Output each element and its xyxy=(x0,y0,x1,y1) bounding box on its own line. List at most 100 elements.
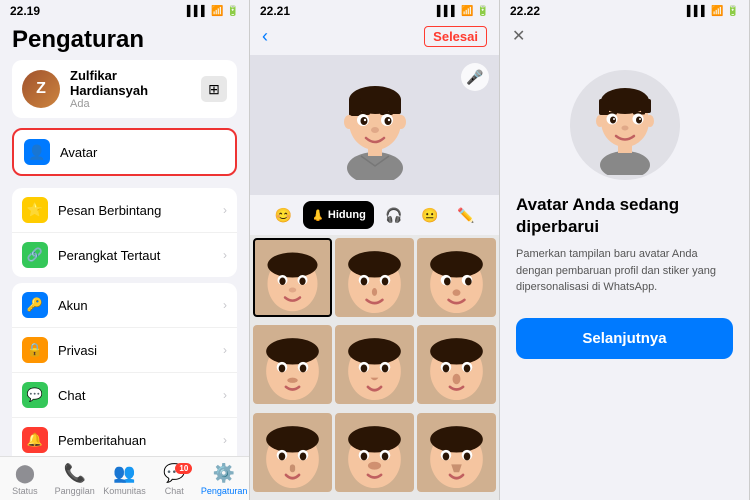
nav-chat-label: Chat xyxy=(165,486,184,496)
avatar-option-7[interactable] xyxy=(253,413,332,492)
time-1: 22.19 xyxy=(10,4,40,18)
panel-avatar-editor: 22.21 ▌▌▌ 📶 🔋 ‹ Selesai xyxy=(250,0,500,500)
nose-icon: 👃 xyxy=(311,209,325,222)
settings-header: Pengaturan Z Zulfikar Hardiansyah Ada ⊞ xyxy=(0,20,249,122)
updated-text: Avatar Anda sedang diperbarui Pamerkan t… xyxy=(516,194,733,296)
menu-section-avatar: 👤 Avatar xyxy=(12,128,237,176)
chevron-icon-3: › xyxy=(223,298,227,312)
chevron-icon: › xyxy=(223,203,227,217)
menu-label-account: Akun xyxy=(58,298,213,313)
battery-icon: 🔋 xyxy=(227,6,239,17)
avatar-icon: 👤 xyxy=(24,139,50,165)
page-title: Pengaturan xyxy=(12,26,237,54)
menu-label-notif: Pemberitahuan xyxy=(58,433,213,448)
nav-status-label: Status xyxy=(12,486,38,496)
notif-icon: 🔔 xyxy=(22,427,48,453)
menu-item-starred[interactable]: ⭐ Pesan Berbintang › xyxy=(12,188,237,233)
bottom-nav: ⬤ Status 📞 Panggilan 👥 Komunitas 💬 10 Ch… xyxy=(0,456,249,500)
menu-label-chat: Chat xyxy=(58,388,213,403)
status-icons-1: ▌▌▌ 📶 🔋 xyxy=(187,6,239,17)
privacy-icon: 🔒 xyxy=(22,337,48,363)
tool-bar: 😊 👃 Hidung 🎧 😐 ✏️ xyxy=(250,195,499,235)
tool-audio[interactable]: 🎧 xyxy=(378,201,410,229)
menu-label-starred: Pesan Berbintang xyxy=(58,203,213,218)
menu-item-devices[interactable]: 🔗 Perangkat Tertaut › xyxy=(12,233,237,277)
menu-label-avatar: Avatar xyxy=(60,145,225,160)
selanjutnya-button[interactable]: Selanjutnya xyxy=(516,318,733,359)
nav-calls[interactable]: 📞 Panggilan xyxy=(50,463,100,496)
wifi-icon: 📶 xyxy=(211,6,223,17)
account-icon: 🔑 xyxy=(22,292,48,318)
battery-icon-3: 🔋 xyxy=(727,6,739,17)
selesai-button[interactable]: Selesai xyxy=(424,26,487,47)
star-icon: ⭐ xyxy=(22,197,48,223)
tool-face[interactable]: 😊 xyxy=(267,201,299,229)
nav-chat[interactable]: 💬 10 Chat xyxy=(149,463,199,496)
avatar-display: 🎤 xyxy=(250,55,499,195)
signal-icon: ▌▌▌ xyxy=(187,6,208,17)
menu-item-chat[interactable]: 💬 Chat › xyxy=(12,373,237,418)
calls-icon: 📞 xyxy=(63,463,85,484)
status-bar-2: 22.21 ▌▌▌ 📶 🔋 xyxy=(250,0,499,20)
avatar: Z xyxy=(22,70,60,108)
chevron-icon-4: › xyxy=(223,343,227,357)
profile-name: Zulfikar Hardiansyah xyxy=(70,68,191,98)
menu-item-avatar[interactable]: 👤 Avatar xyxy=(12,128,237,176)
updated-content: Avatar Anda sedang diperbarui Pamerkan t… xyxy=(500,54,749,500)
nav-settings[interactable]: ⚙️ Pengaturan xyxy=(199,463,249,496)
signal-icon-3: ▌▌▌ xyxy=(687,6,708,17)
tool-nose[interactable]: 👃 Hidung xyxy=(303,201,374,229)
tool-edit[interactable]: ✏️ xyxy=(450,201,482,229)
settings-nav-icon: ⚙️ xyxy=(213,463,235,484)
nav-community[interactable]: 👥 Komunitas xyxy=(100,463,150,496)
avatar-option-4[interactable] xyxy=(253,325,332,404)
nav-calls-label: Panggilan xyxy=(55,486,95,496)
avatar-option-9[interactable] xyxy=(417,413,496,492)
avatar-preview xyxy=(570,70,680,180)
time-2: 22.21 xyxy=(260,4,290,18)
menu-label-privacy: Privasi xyxy=(58,343,213,358)
avatar-option-2[interactable] xyxy=(335,238,414,317)
updated-title: Avatar Anda sedang diperbarui xyxy=(516,194,733,238)
updated-description: Pamerkan tampilan baru avatar Anda denga… xyxy=(516,246,733,296)
status-icons-3: ▌▌▌ 📶 🔋 xyxy=(687,6,739,17)
avatar-option-6[interactable] xyxy=(417,325,496,404)
status-icon: ⬤ xyxy=(15,463,35,484)
menu-label-devices: Perangkat Tertaut xyxy=(58,248,213,263)
nav-settings-label: Pengaturan xyxy=(201,486,248,496)
chat-icon: 💬 xyxy=(22,382,48,408)
back-button[interactable]: ‹ xyxy=(262,26,268,47)
editor-header: ‹ Selesai xyxy=(250,20,499,55)
nav-status[interactable]: ⬤ Status xyxy=(0,463,50,496)
menu-section-1: ⭐ Pesan Berbintang › 🔗 Perangkat Tertaut… xyxy=(12,188,237,277)
profile-status: Ada xyxy=(70,98,191,110)
close-button[interactable]: ✕ xyxy=(512,26,525,46)
avatar-option-8[interactable] xyxy=(335,413,414,492)
avatar-3d-main xyxy=(335,70,415,180)
avatar-3d-preview xyxy=(585,75,665,175)
profile-row[interactable]: Z Zulfikar Hardiansyah Ada ⊞ xyxy=(12,60,237,118)
devices-icon: 🔗 xyxy=(22,242,48,268)
menu-item-privacy[interactable]: 🔒 Privasi › xyxy=(12,328,237,373)
avatar-option-1[interactable] xyxy=(253,238,332,317)
qr-icon[interactable]: ⊞ xyxy=(201,76,227,102)
community-icon: 👥 xyxy=(113,463,135,484)
status-bar-3: 22.22 ▌▌▌ 📶 🔋 xyxy=(500,0,749,20)
avatar-option-3[interactable] xyxy=(417,238,496,317)
profile-info: Zulfikar Hardiansyah Ada xyxy=(70,68,191,110)
signal-icon-2: ▌▌▌ xyxy=(437,6,458,17)
avatar-option-5[interactable] xyxy=(335,325,414,404)
time-3: 22.22 xyxy=(510,4,540,18)
panel-settings: 22.19 ▌▌▌ 📶 🔋 Pengaturan Z Zulfikar Hard… xyxy=(0,0,250,500)
chevron-icon-2: › xyxy=(223,248,227,262)
tool-expression[interactable]: 😐 xyxy=(414,201,446,229)
nav-community-label: Komunitas xyxy=(103,486,146,496)
chevron-icon-5: › xyxy=(223,388,227,402)
wifi-icon-2: 📶 xyxy=(461,6,473,17)
wifi-icon-3: 📶 xyxy=(711,6,723,17)
menu-item-account[interactable]: 🔑 Akun › xyxy=(12,283,237,328)
avatar-grid xyxy=(250,235,499,500)
nose-label: Hidung xyxy=(328,209,366,221)
panel-avatar-updated: 22.22 ▌▌▌ 📶 🔋 ✕ xyxy=(500,0,750,500)
mic-button[interactable]: 🎤 xyxy=(461,63,489,91)
